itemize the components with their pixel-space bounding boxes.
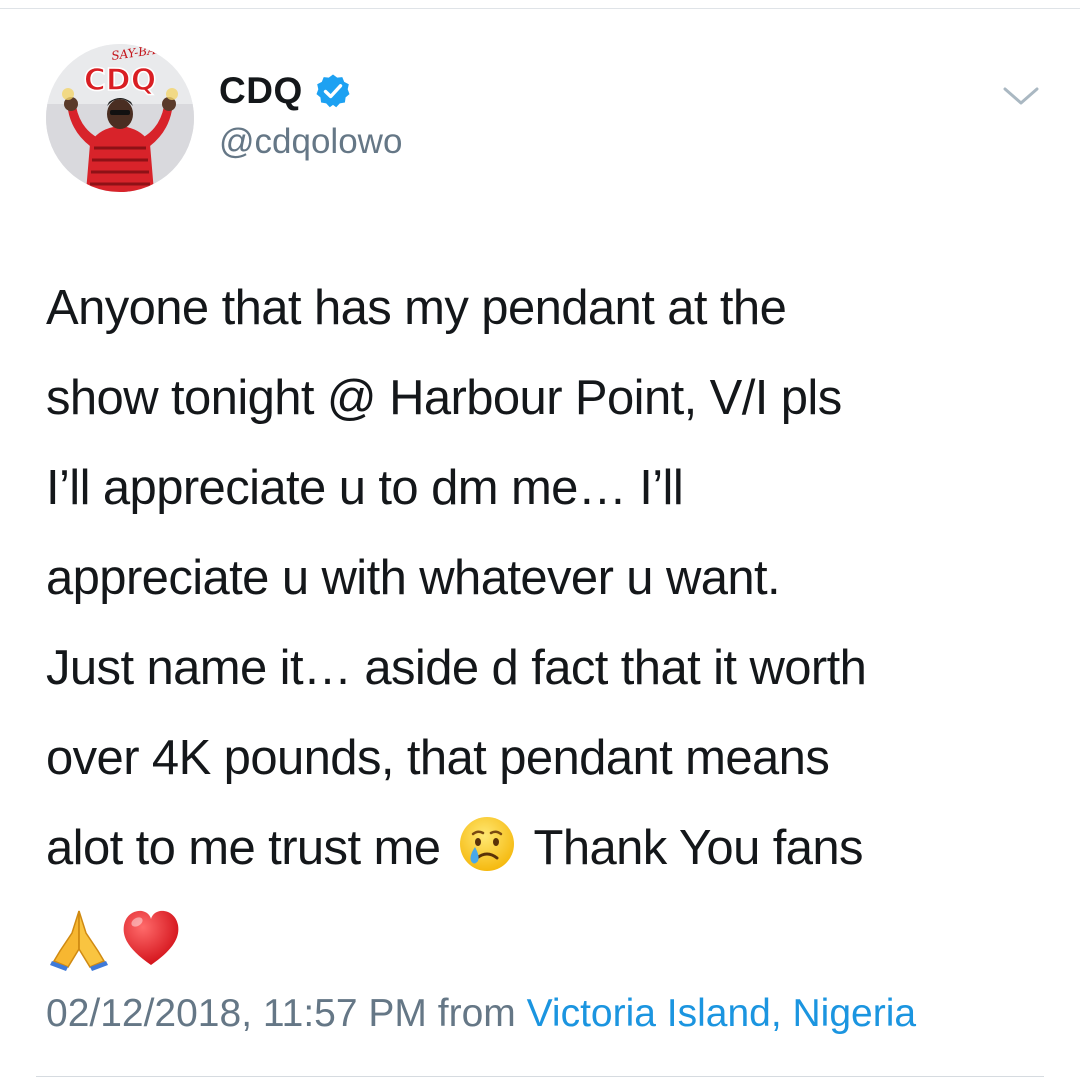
tweet-line: appreciate u with whatever u want. <box>46 551 781 605</box>
tweet-line: Anyone that has my pendant at the <box>46 281 787 335</box>
tweet-line: show tonight @ Harbour Point, V/I pls <box>46 371 842 425</box>
timestamp[interactable]: 02/12/2018, 11:57 PM <box>46 992 427 1035</box>
display-name[interactable]: CDQ <box>219 70 303 112</box>
avatar[interactable]: SAY-BABA CDQ <box>46 44 194 192</box>
tweet-line: I’ll appreciate u to dm me… I’ll <box>46 461 684 515</box>
emoji-line <box>46 893 1056 983</box>
tweet-line: Just name it… aside d fact that it worth <box>46 641 867 695</box>
avatar-logo-text: CDQ <box>84 63 156 98</box>
from-label: from <box>437 992 516 1035</box>
handle[interactable]: @cdqolowo <box>219 122 402 162</box>
tweet-body: Anyone that has my pendant at the show t… <box>46 263 1056 983</box>
verified-badge-icon <box>316 74 350 108</box>
bottom-divider <box>36 1076 1044 1077</box>
tweet-line: alot to me trust me Thank You fans <box>46 803 1056 893</box>
location-link[interactable]: Victoria Island, Nigeria <box>527 992 916 1035</box>
tweet-meta: 02/12/2018, 11:57 PM from Victoria Islan… <box>46 992 916 1036</box>
tweet-line: over 4K pounds, that pendant means <box>46 731 830 785</box>
folded-hands-icon <box>50 910 108 971</box>
avatar-image: SAY-BABA CDQ <box>46 44 194 192</box>
top-divider <box>0 0 1080 9</box>
crying-face-icon <box>460 817 515 871</box>
tweet-line-text: Thank You fans <box>533 821 864 875</box>
tweet-line-text: alot to me trust me <box>46 821 441 875</box>
chevron-down-icon[interactable] <box>1001 84 1041 108</box>
author-name-row[interactable]: CDQ <box>219 70 351 112</box>
red-heart-icon <box>123 910 179 965</box>
